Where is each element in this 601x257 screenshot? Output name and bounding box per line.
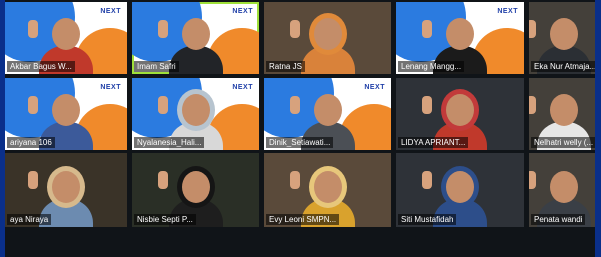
- participant-tile[interactable]: Siti Mustafidah: [396, 153, 524, 227]
- hand-gesture: [157, 171, 168, 189]
- brand-logo: NEXT: [497, 8, 518, 15]
- brand-logo: NEXT: [100, 8, 121, 15]
- participant-name: Nisbie Septi P...: [134, 214, 196, 225]
- participant-name: LIDYA APRIANT...: [398, 137, 469, 148]
- participant-tile[interactable]: NEXT ariyana 106: [5, 78, 127, 150]
- hand-gesture: [529, 96, 536, 114]
- brand-logo: NEXT: [100, 84, 121, 91]
- participant-tile[interactable]: LIDYA APRIANT...: [396, 78, 524, 150]
- brand-logo: NEXT: [232, 8, 253, 15]
- participant-name: Ratna JS: [266, 61, 305, 72]
- participant-name: Imam Safri: [134, 61, 179, 72]
- participant-name: Evy Leoni SMPN...: [266, 214, 340, 225]
- participant-tile[interactable]: Nisbie Septi P...: [132, 153, 259, 227]
- hand-gesture: [28, 20, 38, 38]
- hand-gesture: [422, 96, 432, 114]
- participant-name: Penata wandi: [531, 214, 586, 225]
- hand-gesture: [28, 171, 38, 189]
- participant-tile[interactable]: aya Niraya: [5, 153, 127, 227]
- hand-gesture: [529, 171, 536, 189]
- participant-tile[interactable]: NEXT Akbar Bagus W...: [5, 2, 127, 74]
- participant-tile[interactable]: NEXT Nyalanesia_Hali...: [132, 78, 259, 150]
- hand-gesture: [422, 20, 432, 38]
- participant-tile[interactable]: Penata wandi: [529, 153, 595, 227]
- participant-name: Lenang Mangg...: [398, 61, 465, 72]
- participant-name: Siti Mustafidah: [398, 214, 457, 225]
- participant-video: [300, 16, 355, 74]
- participant-name: ariyana 106: [7, 137, 55, 148]
- participant-name: Eka Nur Atmaja...: [531, 61, 595, 72]
- hand-gesture: [289, 171, 300, 189]
- participant-tile[interactable]: Nelhatri welly (...: [529, 78, 595, 150]
- brand-logo: NEXT: [232, 84, 253, 91]
- brand-logo: NEXT: [364, 84, 385, 91]
- participant-name: aya Niraya: [7, 214, 52, 225]
- participant-tile[interactable]: NEXT Dinik_Setiawati...: [264, 78, 391, 150]
- participant-name: Dinik_Setiawati...: [266, 137, 334, 148]
- hand-gesture: [529, 20, 536, 38]
- participant-name: Akbar Bagus W...: [7, 61, 75, 72]
- video-gallery: NEXT Akbar Bagus W... NEXT Imam Safri Ratna …: [5, 0, 595, 257]
- hand-gesture: [157, 20, 168, 38]
- participant-tile[interactable]: Ratna JS: [264, 2, 391, 74]
- hand-gesture: [289, 20, 300, 38]
- participant-name: Nyalanesia_Hali...: [134, 137, 205, 148]
- participant-tile[interactable]: NEXT Lenang Mangg...: [396, 2, 524, 74]
- hand-gesture: [289, 96, 300, 114]
- hand-gesture: [157, 96, 168, 114]
- participant-tile[interactable]: NEXT Imam Safri: [132, 2, 259, 74]
- participant-tile[interactable]: Evy Leoni SMPN...: [264, 153, 391, 227]
- hand-gesture: [28, 96, 38, 114]
- hand-gesture: [422, 171, 432, 189]
- participant-tile[interactable]: Eka Nur Atmaja...: [529, 2, 595, 74]
- participant-name: Nelhatri welly (...: [531, 137, 595, 148]
